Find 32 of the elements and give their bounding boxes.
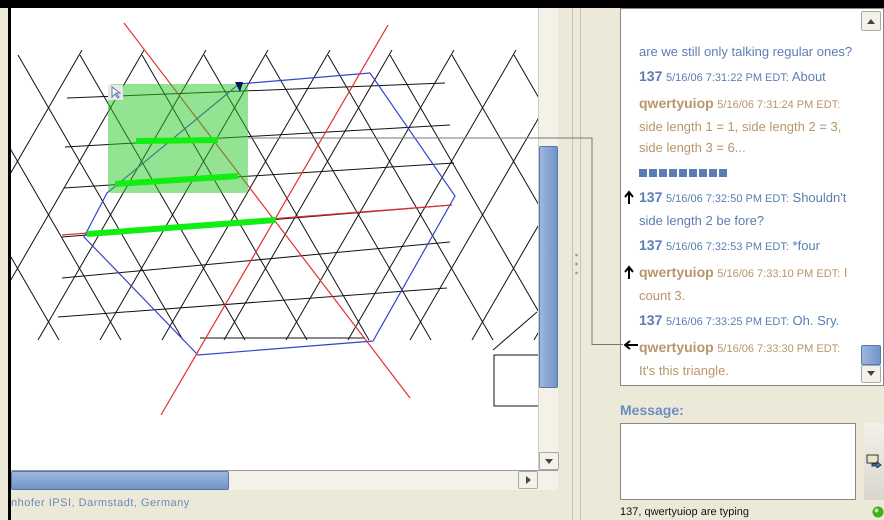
chat-message: qwertyuiop 5/16/06 7:33:10 PM EDT: I count 3. [639, 262, 848, 304]
up-arrow-icon [867, 18, 875, 24]
status-text: nhofer IPSI, Darmstadt, Germany [11, 496, 190, 509]
scroll-down-button[interactable] [861, 364, 881, 382]
chat-message: qwertyuiop 5/16/06 7:31:24 PM EDT: side length 1 = 1, side length 2 = 3, side length 3 = 6... [639, 94, 842, 157]
chat-message: 137 5/16/06 7:32:50 PM EDT: Shouldn't side length 2 be fore? [639, 188, 848, 230]
send-button[interactable] [864, 422, 884, 500]
chat-scrollbar[interactable] [861, 11, 881, 382]
typing-status: 137, qwertyuiop are typing [620, 504, 750, 520]
message-input[interactable] [620, 422, 856, 500]
chat-message: 137 5/16/06 7:33:25 PM EDT: Oh. Sry. [639, 310, 840, 330]
scroll-right-button[interactable] [518, 471, 538, 489]
send-icon [866, 454, 882, 468]
selection-highlight[interactable] [108, 84, 248, 193]
scroll-thumb[interactable] [861, 344, 881, 364]
chat-message: are we still only talking regular ones? [639, 42, 854, 61]
scroll-thumb[interactable] [11, 471, 229, 490]
vertical-scrollbar[interactable] [538, 8, 558, 470]
cursor-icon[interactable] [108, 85, 123, 100]
scroll-up-button[interactable] [861, 11, 881, 31]
right-arrow-icon [526, 476, 530, 484]
down-arrow-icon [867, 371, 875, 376]
scroll-down-button[interactable] [539, 452, 559, 470]
chat-message: 137 5/16/06 7:31:22 PM EDT: About [639, 66, 827, 86]
down-arrow-icon [545, 458, 553, 464]
scroll-thumb[interactable] [539, 146, 558, 388]
chat-message: qwertyuiop 5/16/06 7:33:30 PM EDT: It's this triangle. [639, 338, 842, 380]
grip-icon [575, 253, 578, 275]
chat-message: 137 5/16/06 7:32:53 PM EDT: *four [639, 236, 821, 254]
message-label: Message: [620, 400, 684, 420]
horizontal-scrollbar[interactable] [11, 470, 558, 490]
pointer-marker-icon [235, 82, 243, 92]
